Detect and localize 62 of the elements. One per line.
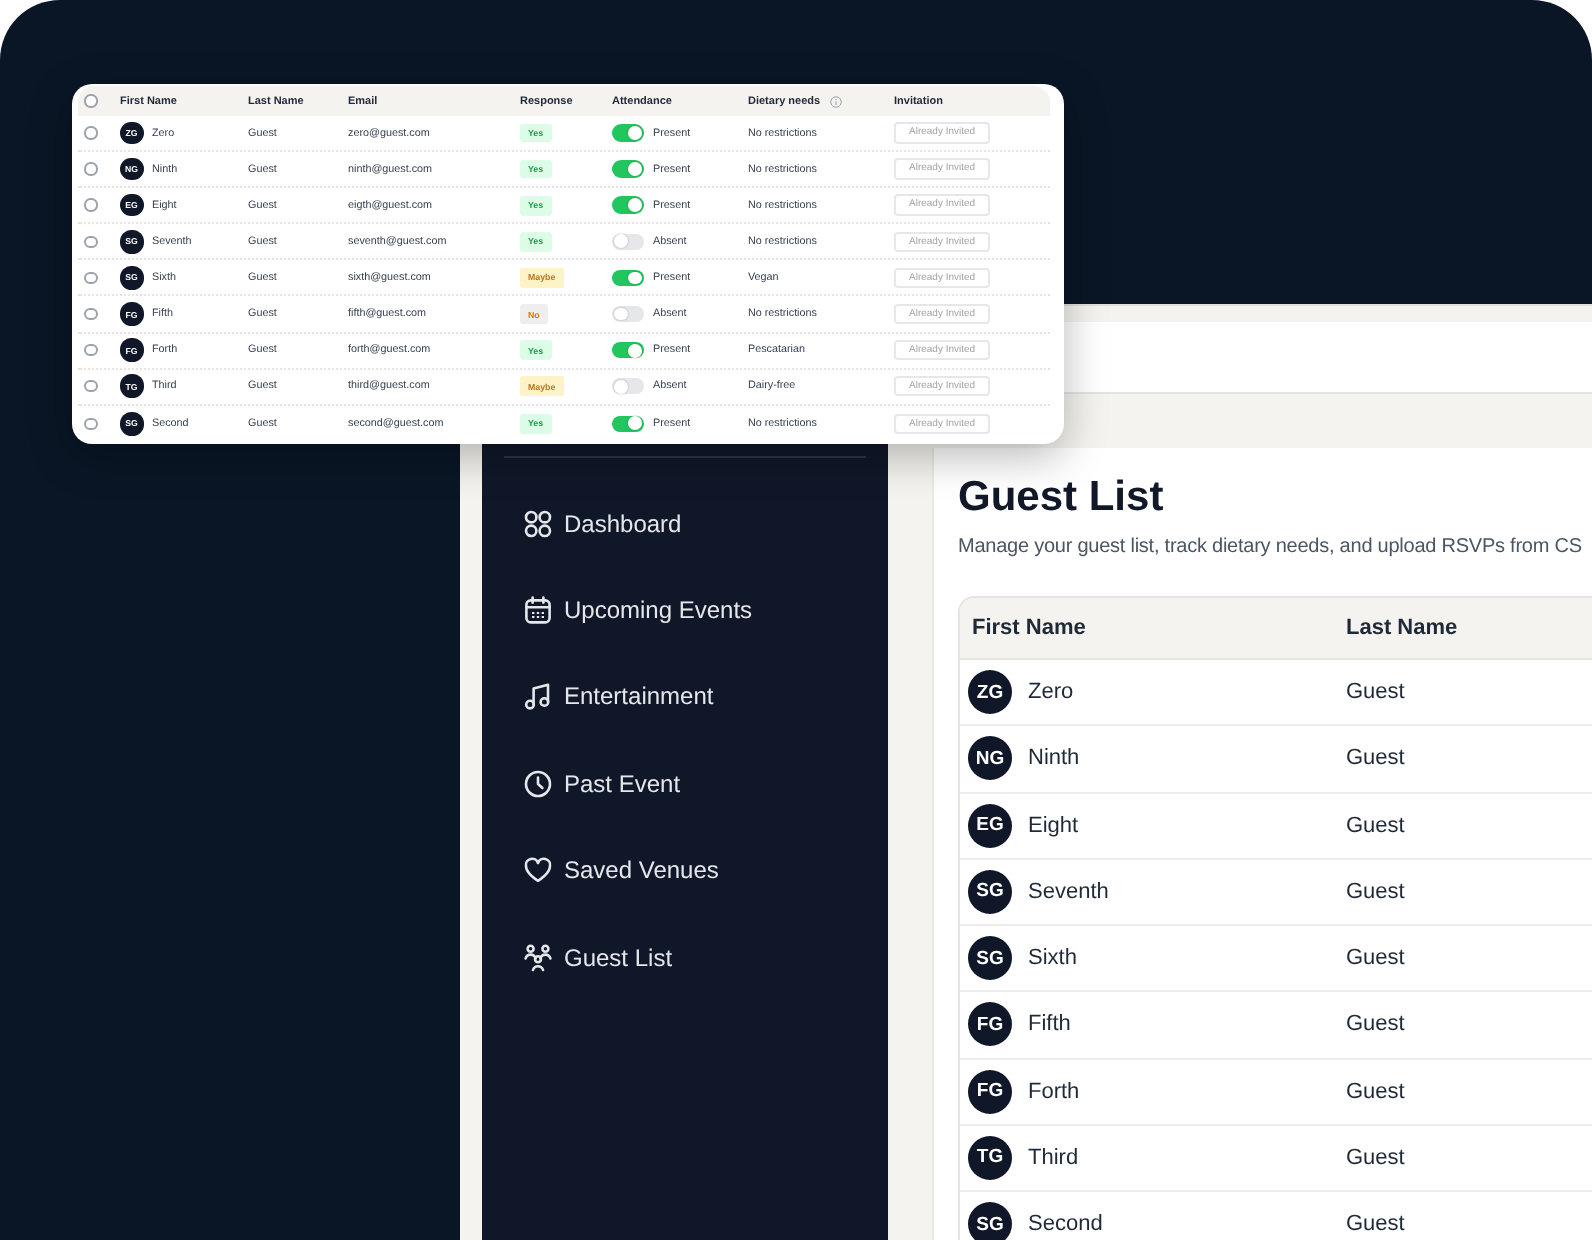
table-cell: Third	[1028, 1145, 1079, 1170]
attendance-toggle[interactable]	[612, 305, 644, 323]
row-checkbox[interactable]	[84, 417, 97, 431]
row-checkbox[interactable]	[84, 307, 97, 321]
sidebar-item[interactable]: Entertainment	[482, 653, 738, 741]
table-cell: Guest	[1346, 946, 1405, 971]
row-checkbox[interactable]	[84, 198, 97, 212]
heart-icon	[524, 856, 552, 885]
attendance-toggle[interactable]	[612, 341, 644, 359]
table-cell: Second	[1028, 1212, 1103, 1237]
sidebar-item[interactable]: Guest List	[482, 913, 697, 1001]
row-checkbox[interactable]	[84, 162, 97, 176]
attendance-toggle[interactable]	[612, 269, 644, 287]
table-cell: Eight	[1028, 813, 1079, 838]
table-cell: Guest	[1346, 1212, 1405, 1237]
table-cell: Guest	[1346, 1012, 1405, 1037]
avatar: SG	[968, 936, 1012, 981]
people-icon	[524, 943, 552, 972]
grid-icon	[524, 509, 552, 538]
attendance-toggle[interactable]	[612, 233, 644, 251]
column-header: First Name	[972, 616, 1086, 640]
row-checkbox[interactable]	[84, 126, 97, 140]
attendance-toggle[interactable]	[612, 124, 644, 142]
calendar-icon	[524, 596, 552, 625]
avatar: NG	[968, 736, 1012, 781]
column-header: Last Name	[1346, 616, 1458, 640]
select-all-checkbox[interactable]	[84, 94, 97, 108]
table-cell: Guest	[1346, 879, 1405, 904]
avatar: FG	[968, 1069, 1012, 1114]
table-cell: Seventh	[1028, 879, 1109, 904]
table-cell: Guest	[1346, 680, 1405, 705]
avatar: TG	[968, 1135, 1012, 1180]
attendance-toggle[interactable]	[612, 415, 644, 433]
sidebar-item[interactable]: Saved Venues	[482, 827, 743, 914]
avatar: FG	[968, 1002, 1012, 1047]
sidebar-item[interactable]: Upcoming Events	[482, 566, 777, 654]
sidebar-item[interactable]: Dashboard	[482, 480, 706, 567]
table-cell: Forth	[1028, 1079, 1080, 1104]
page-description: Manage your guest list, track dietary needs, and upload RSVPs from CS	[958, 534, 1584, 562]
attendance-toggle[interactable]	[612, 160, 644, 178]
table-cell: Ninth	[1028, 746, 1080, 771]
table-cell: Guest	[1346, 813, 1405, 838]
avatar: EG	[968, 803, 1012, 848]
attendance-toggle[interactable]	[612, 196, 644, 214]
table-cell: Guest	[1346, 1145, 1405, 1170]
music-note-icon	[524, 682, 552, 711]
table-cell: Guest	[1346, 746, 1405, 771]
sidebar-item[interactable]: Past Event	[482, 740, 705, 828]
table-cell: Sixth	[1028, 946, 1077, 971]
avatar: SG	[968, 1202, 1012, 1240]
table-cell: Guest	[1346, 1079, 1405, 1104]
row-checkbox[interactable]	[84, 271, 97, 285]
row-checkbox[interactable]	[84, 379, 97, 393]
attendance-toggle[interactable]	[612, 377, 644, 395]
table-cell: Fifth	[1028, 1012, 1071, 1037]
clock-icon	[524, 769, 552, 798]
table-cell: Zero	[1028, 680, 1074, 705]
avatar: SG	[968, 869, 1012, 914]
row-checkbox[interactable]	[84, 343, 97, 357]
page-title: Guest List	[958, 472, 1166, 524]
row-checkbox[interactable]	[84, 235, 97, 249]
avatar: ZG	[968, 670, 1012, 715]
